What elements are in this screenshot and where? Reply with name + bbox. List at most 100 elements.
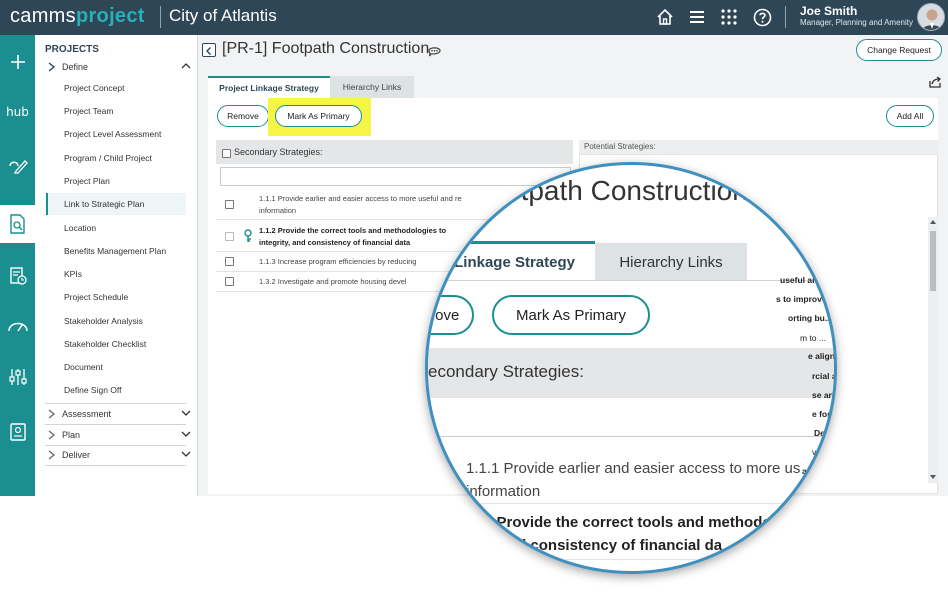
row-line: 1.1.1 Provide earlier and easier access … (466, 460, 801, 477)
brand-part2: project (75, 5, 145, 27)
row-text: 1.3.2 Investigate and promote housing de… (259, 277, 407, 286)
potential-item: Development... (814, 428, 837, 438)
camms-project-logo[interactable]: cammsproject (10, 5, 145, 28)
user-role: Manager, Planning and Amenity (800, 18, 913, 27)
tab-project-linkage-strategy[interactable]: Project Linkage Strategy (208, 76, 330, 98)
magnified-page-title: otpath Construction (505, 175, 778, 207)
mark-as-primary-button[interactable]: Mark As Primary (275, 105, 362, 127)
chevron-down-icon[interactable] (181, 449, 191, 459)
nav-group-define[interactable]: Define (45, 59, 197, 77)
sliders-icon[interactable] (0, 362, 35, 392)
scroll-up-icon[interactable] (929, 219, 937, 225)
chevron-right-icon (48, 430, 56, 440)
magnified-filter-input[interactable] (428, 405, 834, 437)
nav-group-assessment[interactable]: Assessment (45, 406, 197, 424)
divider (45, 424, 186, 425)
magnified-tab-hierarchy-links[interactable]: Hierarchy Links (595, 243, 747, 281)
remove-button[interactable]: Remove (217, 105, 269, 127)
nav-item-project-schedule[interactable]: Project Schedule (46, 286, 186, 308)
scrollbar[interactable] (928, 217, 938, 483)
chevron-up-icon[interactable] (181, 61, 191, 71)
menu-icon[interactable] (686, 6, 708, 28)
divider (45, 445, 186, 446)
hub-link[interactable]: hub (0, 97, 35, 127)
scroll-down-icon[interactable] (929, 474, 937, 480)
select-all-checkbox[interactable] (222, 149, 231, 158)
row-line: 1.1.2 Provide the correct tools and meth… (259, 226, 447, 235)
change-request-button[interactable]: Change Request (856, 39, 942, 61)
row-checkbox[interactable] (225, 257, 234, 266)
help-icon[interactable] (751, 6, 773, 28)
organization-name: City of Atlantis (169, 6, 277, 25)
nav-group-deliver[interactable]: Deliver (45, 447, 197, 465)
export-icon[interactable] (928, 75, 942, 94)
nav-item-program-child-project[interactable]: Program / Child Project (46, 147, 186, 169)
nav-item-link-to-strategic-plan[interactable]: Link to Strategic Plan (46, 193, 186, 215)
row-line: information (259, 206, 297, 215)
divider (45, 403, 186, 404)
nav-group-label: Deliver (62, 450, 91, 460)
home-icon[interactable] (654, 6, 676, 28)
nav-item-kpis[interactable]: KPIs (46, 263, 186, 285)
potential-item: e align... (808, 351, 837, 361)
back-button[interactable] (202, 43, 216, 57)
apps-grid-icon[interactable] (718, 6, 740, 28)
brand-part1: camms (10, 5, 76, 27)
key-icon (244, 229, 252, 242)
add-icon[interactable] (0, 47, 35, 77)
top-bar: cammsproject City of Atlantis Joe Smith … (0, 0, 948, 35)
potential-item: s to improve... (776, 294, 834, 304)
nav-heading: PROJECTS (45, 44, 99, 55)
document-search-icon[interactable] (0, 205, 35, 243)
chevron-down-icon[interactable] (181, 408, 191, 418)
row-line: integrity, and consistency of financial … (259, 238, 411, 247)
chevron-left-icon (206, 47, 211, 55)
potential-item: useful and r... (780, 275, 835, 285)
nav-item-location[interactable]: Location (46, 217, 186, 239)
user-name[interactable]: Joe Smith (800, 4, 857, 18)
page-title: [PR-1] Footpath Construction (222, 40, 430, 57)
report-icon[interactable] (0, 417, 35, 447)
calendar-doc-icon[interactable] (0, 261, 35, 291)
divider (428, 280, 834, 281)
edit-icon[interactable] (0, 151, 35, 181)
chevron-down-icon (48, 62, 56, 72)
nav-item-project-plan[interactable]: Project Plan (46, 170, 186, 192)
row-checkbox[interactable] (225, 232, 234, 241)
magnified-mark-as-primary-button[interactable]: Mark As Primary (492, 295, 650, 335)
nav-item-stakeholder-checklist[interactable]: Stakeholder Checklist (46, 333, 186, 355)
magnified-secondary-heading: econdary Strategies: (428, 362, 584, 381)
add-all-button[interactable]: Add All (886, 105, 934, 127)
potential-item: se and... (812, 390, 834, 400)
nav-item-project-team[interactable]: Project Team (46, 100, 186, 122)
nav-item-project-concept[interactable]: Project Concept (46, 77, 186, 99)
nav-item-project-level-assessment[interactable]: Project Level Assessment (46, 123, 186, 145)
comment-icon[interactable] (756, 183, 778, 205)
nav-group-label: Define (62, 62, 89, 72)
row-text: 1.1.3 Increase program efficiencies by r… (259, 257, 417, 266)
row-text: 1.1.1 Provide earlier and easier access … (259, 193, 462, 217)
comment-icon[interactable] (428, 44, 441, 62)
row-line: information (466, 483, 541, 500)
nav-item-benefits-management-plan[interactable]: Benefits Management Plan (46, 240, 186, 262)
magnifier-callout: otpath Construction Linkage Strategy Hie… (425, 162, 837, 574)
potential-item: rcial and... (812, 371, 837, 381)
nav-item-document[interactable]: Document (46, 356, 186, 378)
gauge-icon[interactable] (0, 311, 35, 341)
chevron-down-icon[interactable] (181, 429, 191, 439)
tab-hierarchy-links[interactable]: Hierarchy Links (330, 76, 414, 98)
nav-group-plan[interactable]: Plan (45, 427, 197, 445)
avatar[interactable] (917, 3, 945, 31)
divider (45, 465, 186, 466)
magnified-row: 2 Provide the correct tools and methodo y… (484, 511, 834, 557)
potential-item: m to ... (800, 333, 826, 343)
magnified-tab-linkage-strategy[interactable]: Linkage Strategy (428, 241, 595, 281)
nav-item-stakeholder-analysis[interactable]: Stakeholder Analysis (46, 310, 186, 332)
scroll-thumb[interactable] (930, 231, 936, 291)
magnified-remove-button[interactable]: move (428, 295, 474, 335)
nav-item-define-sign-off[interactable]: Define Sign Off (46, 379, 186, 401)
row-line: 2 Provide the correct tools and methodo (484, 514, 772, 531)
row-checkbox[interactable] (225, 200, 234, 209)
row-checkbox[interactable] (225, 277, 234, 286)
potential-item: and diverse re... (802, 466, 834, 476)
